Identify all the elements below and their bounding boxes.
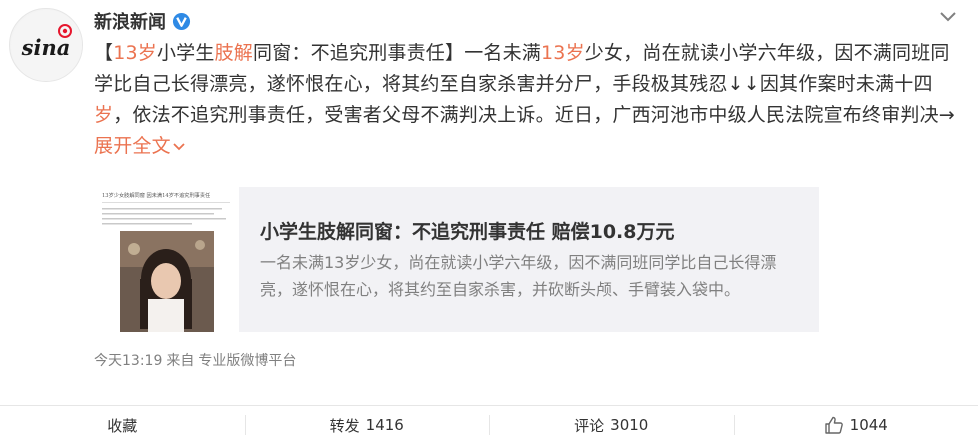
repost-count: 1416 [365,416,404,434]
highlight-keyword[interactable]: 13岁 [541,42,585,64]
article-thumbnail: 13岁少女肢解同窗 因未满14岁不追究刑事责任 [94,187,239,332]
expand-label: 展开全文 [94,135,171,157]
highlight-keyword[interactable]: 岁 [94,104,113,126]
post-text-segment: 小学生 [156,42,215,64]
thumb-headline: 13岁少女肢解同窗 因未满14岁不追究刑事责任 [102,191,210,199]
sina-logo-icon: sina [11,10,82,81]
from-label: 来自 [166,353,195,369]
comment-label: 评论 [574,416,605,435]
logo-text: sina [21,35,71,60]
article-title: 小学生肢解同窗：不追究刑事责任 赔偿10.8万元 [260,221,675,243]
like-button[interactable]: 1044 [733,406,978,444]
author-avatar[interactable]: sina [9,8,83,82]
favorite-label: 收藏 [107,416,138,435]
chevron-down-icon [173,142,185,150]
expand-full-text-link[interactable]: 展开全文 [94,135,185,157]
like-count: 1044 [849,416,888,434]
more-options-chevron-icon[interactable] [938,10,958,24]
highlight-keyword[interactable]: 肢解 [215,42,253,64]
repost-label: 转发 [329,416,360,435]
favorite-button[interactable]: 收藏 [0,406,245,444]
author-name[interactable]: 新浪新闻 [94,8,166,34]
article-description: 一名未满13岁少女，尚在就读小学六年级，因不满同班同学比自己长得漂亮，遂怀恨在心… [260,253,777,299]
post-text-segment: 同窗：不追究刑事责任】一名未满 [253,42,542,64]
author-line: 新浪新闻 [94,8,191,34]
post-text: 【13岁小学生肢解同窗：不追究刑事责任】一名未满13岁少女，尚在就读小学六年级，… [94,38,962,162]
comment-count: 3010 [610,416,649,434]
post-time[interactable]: 今天13:19 [94,353,162,369]
post-text-segment: ，依法不追究刑事责任，受害者父母不满判决上诉。近日，广西河池市中级人民法院宣布终… [113,104,955,126]
thumbs-up-icon [824,416,843,434]
post-text-body: 【13岁小学生肢解同窗：不追究刑事责任】一名未满13岁少女，尚在就读小学六年级，… [94,42,955,126]
repost-button[interactable]: 转发 1416 [244,406,490,444]
comment-button[interactable]: 评论 3010 [489,406,734,444]
action-bar: 收藏 转发 1416 评论 3010 1044 [0,406,978,444]
post-text-segment: 【 [94,42,114,64]
highlight-keyword[interactable]: 13岁 [113,42,157,64]
post-meta: 今天13:19 来自 专业版微博平台 [94,350,300,370]
article-card[interactable]: 13岁少女肢解同窗 因未满14岁不追究刑事责任 小学生肢解同窗：不追究刑事责任 … [94,187,819,332]
verified-badge-icon [172,12,191,30]
post-source[interactable]: 专业版微博平台 [198,353,296,369]
